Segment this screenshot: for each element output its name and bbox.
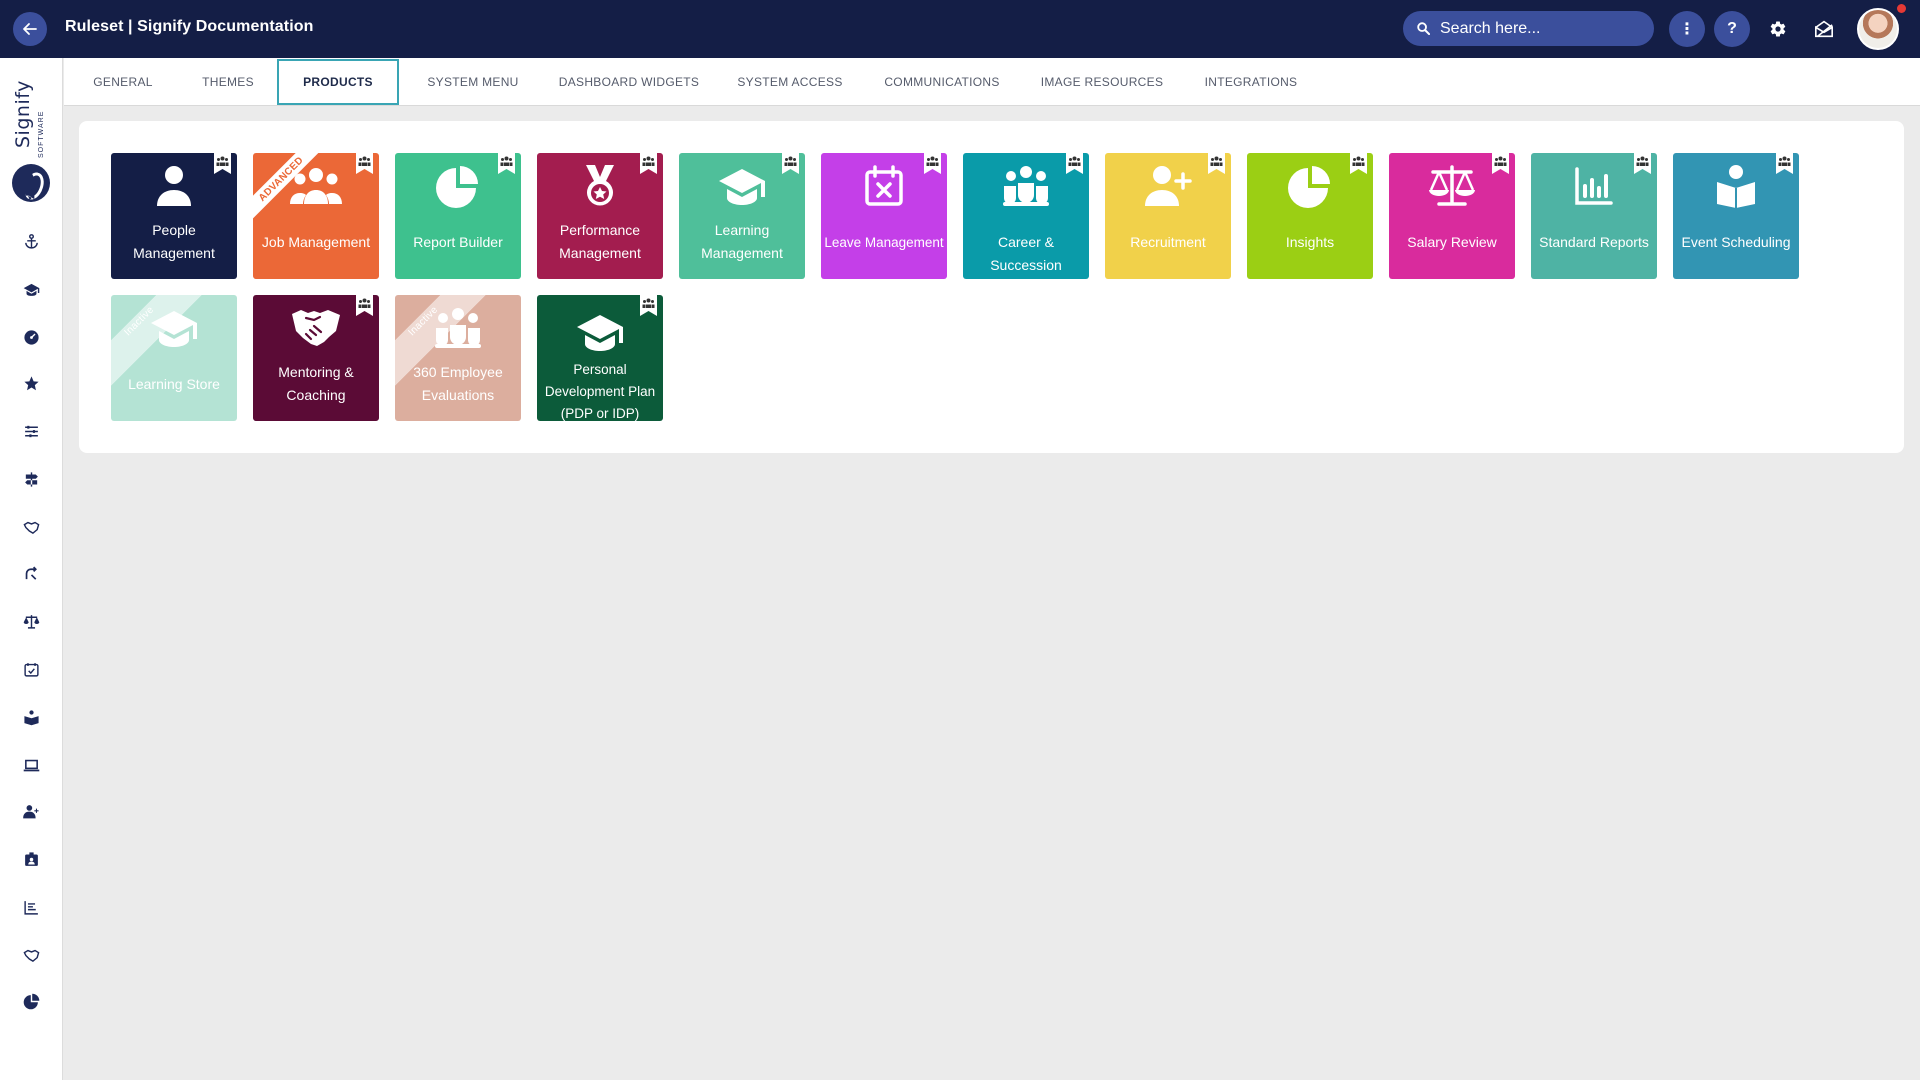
tab-themes[interactable]: THEMES [187, 59, 269, 105]
logo-name: Signify [12, 80, 34, 148]
graduation-cap-icon [537, 309, 663, 355]
notification-dot [1897, 4, 1906, 13]
sidebar-megaphone-icon[interactable] [20, 182, 42, 204]
sidebar-scales-icon[interactable] [20, 610, 42, 632]
product-label: Insights [1285, 234, 1335, 250]
back-button[interactable] [13, 12, 47, 46]
tab-system-menu[interactable]: SYSTEM MENU [412, 59, 534, 105]
sidebar-sliders-icon[interactable] [20, 420, 42, 442]
tab-products[interactable]: PRODUCTS [277, 59, 399, 105]
sidebar-graduation-cap-icon[interactable] [20, 278, 42, 300]
product-tile[interactable]: Event Scheduling [1673, 153, 1799, 279]
search-input[interactable] [1440, 19, 1640, 38]
product-label: Learning Store [128, 376, 220, 392]
products-panel: People Management Job Management ADVANCED R… [79, 121, 1904, 453]
sidebar-handshake-icon[interactable] [20, 516, 42, 538]
sidebar-calendar-check-icon[interactable] [20, 658, 42, 680]
sidebar-reader-icon[interactable] [20, 706, 42, 728]
product-label: Career & Succession [990, 234, 1062, 273]
tab-dashboard-widgets[interactable]: DASHBOARD WIDGETS [552, 59, 706, 105]
help-button[interactable]: ? [1714, 11, 1750, 47]
sidebar-handshake-icon[interactable] [20, 944, 42, 966]
product-label: Mentoring & Coaching [278, 364, 354, 403]
product-tile[interactable]: Performance Management [537, 153, 663, 279]
tab-bar: GENERAL THEMES PRODUCTS SYSTEM MENU DASH… [64, 58, 1920, 106]
mail-open-icon [1815, 20, 1833, 38]
search-icon [1417, 22, 1430, 35]
more-menu-button[interactable]: ⋮ [1669, 11, 1705, 47]
left-sidebar: Signify SOFTWARE [0, 58, 63, 1080]
sidebar-list-chart-icon[interactable] [20, 896, 42, 918]
product-label: Salary Review [1407, 234, 1497, 250]
tab-communications[interactable]: COMMUNICATIONS [876, 59, 1008, 105]
product-tile[interactable]: Mentoring & Coaching [253, 295, 379, 421]
top-bar: Ruleset | Signify Documentation ⋮ ? [0, 0, 1920, 58]
product-tile[interactable]: Job Management ADVANCED [253, 153, 379, 279]
sidebar-anchor-icon[interactable] [20, 230, 42, 252]
product-tile[interactable]: Learning Management [679, 153, 805, 279]
page-title: Ruleset | Signify Documentation [65, 18, 314, 35]
settings-button[interactable] [1764, 15, 1792, 43]
product-tile[interactable]: Standard Reports [1531, 153, 1657, 279]
product-tile[interactable]: Report Builder [395, 153, 521, 279]
tab-image-resources[interactable]: IMAGE RESOURCES [1030, 59, 1174, 105]
product-tile[interactable]: Career & Succession [963, 153, 1089, 279]
product-label: Standard Reports [1539, 234, 1649, 250]
tab-general[interactable]: GENERAL [76, 59, 170, 105]
sidebar-laptop-icon[interactable] [20, 754, 42, 776]
product-label: Performance Management [559, 222, 641, 261]
gear-icon [1770, 21, 1786, 37]
product-label: Event Scheduling [1681, 234, 1791, 250]
sidebar-route-icon[interactable] [20, 562, 42, 584]
product-label: 360 Employee Evaluations [413, 364, 503, 403]
avatar[interactable] [1857, 8, 1899, 50]
product-label: Learning Management [701, 222, 783, 261]
product-tile[interactable]: Learning Store Inactive [111, 295, 237, 421]
product-tile[interactable]: Insights [1247, 153, 1373, 279]
messages-button[interactable] [1810, 15, 1838, 43]
search-box[interactable] [1403, 11, 1654, 46]
tab-integrations[interactable]: INTEGRATIONS [1195, 59, 1307, 105]
product-tile[interactable]: Personal Development Plan (PDP or IDP) [537, 295, 663, 421]
product-label: Job Management [261, 234, 371, 250]
product-tile[interactable]: Salary Review [1389, 153, 1515, 279]
sidebar-person-add-icon[interactable] [20, 800, 42, 822]
arrow-left-icon [23, 23, 37, 35]
sidebar-star-icon[interactable] [20, 372, 42, 394]
product-tile[interactable]: Recruitment [1105, 153, 1231, 279]
product-label: People Management [133, 222, 215, 261]
product-label: Leave Management [824, 235, 944, 250]
logo-tagline: SOFTWARE [38, 110, 45, 158]
product-label: Report Builder [413, 234, 503, 250]
sidebar-gauge-icon[interactable] [20, 326, 42, 348]
product-label: Personal Development Plan (PDP or IDP) [544, 362, 656, 421]
more-vertical-icon: ⋮ [1679, 21, 1695, 38]
tab-system-access[interactable]: SYSTEM ACCESS [728, 59, 852, 105]
product-tile[interactable]: Leave Management [821, 153, 947, 279]
help-icon: ? [1727, 20, 1737, 37]
sidebar-pie-chart-icon[interactable] [20, 990, 42, 1012]
product-tile[interactable]: People Management [111, 153, 237, 279]
product-label: Recruitment [1130, 234, 1206, 250]
sidebar-badge-icon[interactable] [20, 848, 42, 870]
sidebar-signpost-icon[interactable] [20, 468, 42, 490]
product-tile[interactable]: 360 Employee Evaluations Inactive [395, 295, 521, 421]
